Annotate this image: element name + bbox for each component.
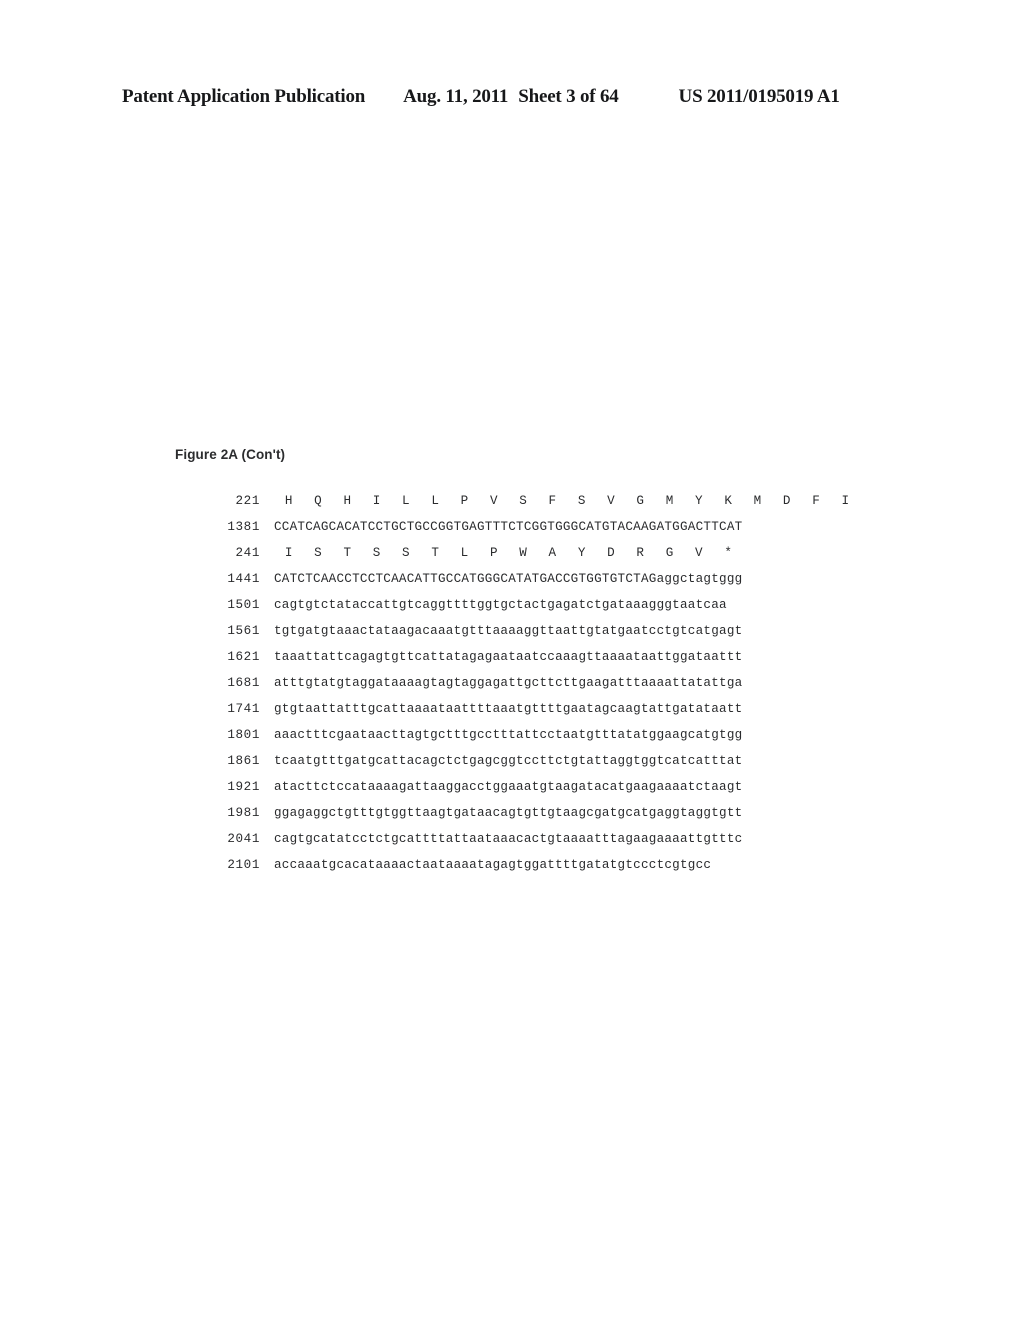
sequence-position-number: 1981 — [227, 806, 260, 820]
sequence-row: 1981 ggagaggctgtttgtggttaagtgataacagtgttg… — [214, 806, 854, 832]
sequence-position-number: 1861 — [227, 754, 260, 768]
sequence-position-number: 1621 — [227, 650, 260, 664]
sequence-position-number: 1381 — [227, 520, 260, 534]
sequence-position-number: 1921 — [227, 780, 260, 794]
sequence-row: 1681 atttgtatgtaggataaaagtagtaggagattgctt… — [214, 676, 854, 702]
sequence-row: 1921 atacttctccataaaagattaaggacctggaaatgt… — [214, 780, 854, 806]
header-sheet-number: Sheet 3 of 64 — [518, 86, 619, 107]
patent-page: Patent Application Publication Aug. 11, … — [0, 0, 1024, 1320]
sequence-row: 1501 cagtgtctataccattgtcaggttttggtgctactg… — [214, 598, 854, 624]
sequence-row: 1741 gtgtaattatttgcattaaaataattttaaatgttt… — [214, 702, 854, 728]
nucleotide-sequence: cagtgcatatcctctgcattttattaataaacactgtaaa… — [274, 832, 743, 846]
nucleotide-sequence: tgtgatgtaaactataagacaaatgtttaaaaggttaatt… — [274, 624, 743, 638]
sequence-position-number: 1441 — [227, 572, 260, 586]
nucleotide-sequence: ggagaggctgtttgtggttaagtgataacagtgttgtaag… — [274, 806, 743, 820]
sequence-row: 241 I S T S S T L P W A Y D R G V * — [214, 546, 854, 572]
sequence-row: 221 H Q H I L L P V S F S V G M Y K M D F I — [214, 494, 854, 520]
sequence-row: 1801 aaactttcgaataacttagtgctttgcctttattcc… — [214, 728, 854, 754]
nucleotide-sequence: taaattattcagagtgttcattatagagaataatccaaag… — [274, 650, 743, 664]
amino-acid-sequence: HQHILLPVSFSVGMYKMDFI — [284, 494, 850, 508]
sequence-position-number: 2101 — [227, 858, 260, 872]
figure-caption: Figure 2A (Con't) — [175, 447, 286, 462]
sequence-row: 1381 CCATCAGCACATCCTGCTGCCGGTGAGTTTCTCGGT… — [214, 520, 854, 546]
sequence-position-number: 1501 — [227, 598, 260, 612]
sequence-position-number: 1801 — [227, 728, 260, 742]
nucleotide-sequence: accaaatgcacataaaactaataaaatagagtggattttg… — [274, 858, 712, 872]
page-header: Patent Application Publication Aug. 11, … — [122, 86, 892, 108]
sequence-row: 2101 accaaatgcacataaaactaataaaatagagtggat… — [214, 858, 854, 884]
sequence-row: 1621 taaattattcagagtgttcattatagagaataatcc… — [214, 650, 854, 676]
sequence-position-number: 1681 — [227, 676, 260, 690]
sequence-listing: 221 H Q H I L L P V S F S V G M Y K M D F I 1381 CCATCAGCACATC… — [214, 494, 854, 884]
nucleotide-sequence: atttgtatgtaggataaaagtagtaggagattgcttcttg… — [274, 676, 743, 690]
header-publication-date: Aug. 11, 2011 — [403, 86, 509, 107]
sequence-row: 1861 tcaatgtttgatgcattacagctctgagcggtcctt… — [214, 754, 854, 780]
nucleotide-sequence: CCATCAGCACATCCTGCTGCCGGTGAGTTTCTCGGTGGGC… — [274, 520, 743, 534]
sequence-position-number: 1741 — [227, 702, 260, 716]
nucleotide-sequence: CATCTCAACCTCCTCAACATTGCCATGGGCATATGACCGT… — [274, 572, 743, 586]
sequence-position-number: 221 — [235, 494, 260, 508]
nucleotide-sequence: cagtgtctataccattgtcaggttttggtgctactgagat… — [274, 598, 727, 612]
sequence-position-number: 2041 — [227, 832, 260, 846]
nucleotide-sequence: tcaatgtttgatgcattacagctctgagcggtccttctgt… — [274, 754, 743, 768]
sequence-row: 1561 tgtgatgtaaactataagacaaatgtttaaaaggtt… — [214, 624, 854, 650]
nucleotide-sequence: gtgtaattatttgcattaaaataattttaaatgttttgaa… — [274, 702, 743, 716]
sequence-position-number: 241 — [235, 546, 260, 560]
header-publication-title: Patent Application Publication — [122, 86, 366, 107]
header-patent-number: US 2011/0195019 A1 — [678, 86, 840, 107]
sequence-position-number: 1561 — [227, 624, 260, 638]
sequence-row: 1441 CATCTCAACCTCCTCAACATTGCCATGGGCATATGA… — [214, 572, 854, 598]
sequence-row: 2041 cagtgcatatcctctgcattttattaataaacactg… — [214, 832, 854, 858]
nucleotide-sequence: aaactttcgaataacttagtgctttgcctttattcctaat… — [274, 728, 743, 742]
amino-acid-sequence: I S T S S T L P W A Y D R G V * — [284, 546, 732, 560]
nucleotide-sequence: atacttctccataaaagattaaggacctggaaatgtaaga… — [274, 780, 743, 794]
